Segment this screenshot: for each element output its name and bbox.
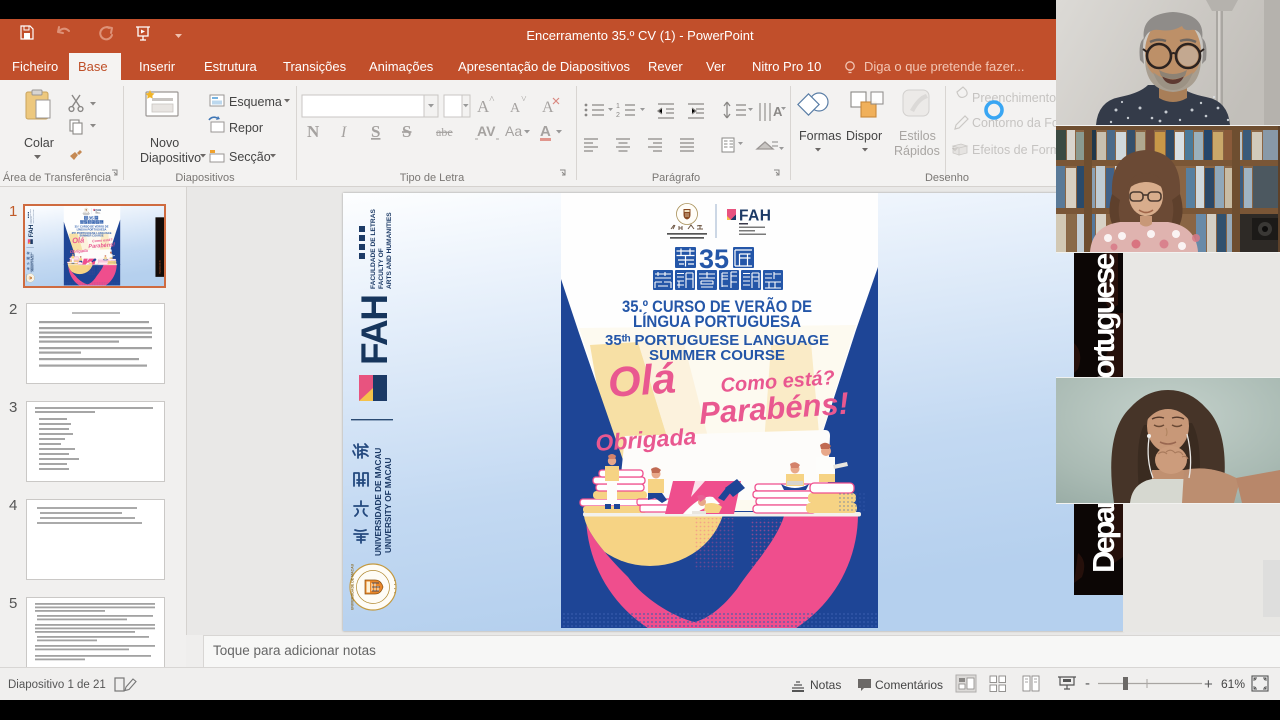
svg-text:˄: ˄	[489, 94, 495, 105]
svg-text:Tipo de Letra: Tipo de Letra	[400, 172, 465, 184]
svg-text:A: A	[542, 99, 554, 116]
svg-text:Aa: Aa	[505, 123, 522, 139]
svg-text:N: N	[307, 122, 320, 141]
svg-text:I: I	[340, 124, 347, 141]
svg-text:˅: ˅	[521, 94, 527, 105]
svg-text:Efeitos de Form: Efeitos de Form	[972, 143, 1056, 157]
svg-text:Rápidos: Rápidos	[894, 144, 940, 158]
svg-text:Desenho: Desenho	[925, 172, 969, 184]
svg-text:A: A	[540, 123, 551, 140]
svg-text:abe: abe	[436, 125, 453, 139]
svg-text:-: -	[1085, 675, 1090, 692]
svg-text:Repor: Repor	[229, 121, 263, 135]
svg-text:Diapositivo: Diapositivo	[140, 151, 201, 165]
svg-text:AV: AV	[477, 123, 496, 139]
svg-text:A: A	[510, 101, 521, 116]
svg-text:61%: 61%	[1221, 677, 1245, 691]
svg-text:Comentários: Comentários	[875, 678, 943, 692]
svg-text:Parágrafo: Parágrafo	[652, 172, 700, 184]
svg-text:Novo: Novo	[150, 136, 179, 150]
svg-text:Colar: Colar	[24, 136, 54, 150]
svg-text:Preenchimento: Preenchimento	[972, 91, 1056, 105]
svg-text:+: +	[1204, 676, 1213, 693]
svg-text:Notas: Notas	[810, 678, 841, 692]
svg-text:Contorno da For: Contorno da For	[972, 116, 1056, 130]
svg-text:Diapositivos: Diapositivos	[175, 172, 235, 184]
svg-text:Esquema: Esquema	[229, 95, 282, 109]
svg-text:Secção: Secção	[229, 150, 271, 164]
svg-text:2: 2	[616, 112, 620, 119]
svg-text:Formas: Formas	[799, 129, 841, 143]
svg-text:Dispor: Dispor	[846, 129, 882, 143]
svg-text:Área de Transferência: Área de Transferência	[3, 171, 112, 184]
svg-text:1: 1	[616, 103, 620, 110]
svg-text:S: S	[371, 122, 380, 141]
svg-text:A: A	[773, 104, 783, 119]
svg-text:Estilos: Estilos	[899, 129, 936, 143]
svg-text:S: S	[402, 122, 411, 141]
